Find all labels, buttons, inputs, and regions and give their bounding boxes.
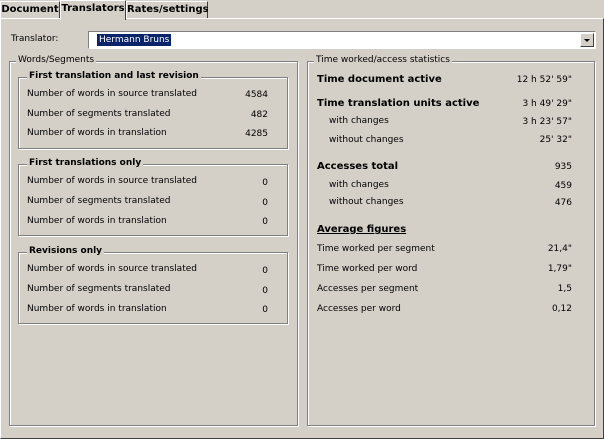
g2-segments-label: Number of segments translated	[27, 196, 171, 206]
accesses-with-changes-label: with changes	[329, 180, 389, 190]
g1-source-words-label: Number of words in source translated	[27, 89, 197, 99]
units-without-changes-label: without changes	[329, 135, 404, 145]
g3-translation-words-value: 0	[262, 305, 268, 315]
accesses-without-changes-label: without changes	[329, 197, 404, 207]
time-per-segment-value: 21,4"	[547, 244, 572, 254]
g1-segments-label: Number of segments translated	[27, 109, 171, 119]
translator-dropdown[interactable]: Hermann Bruns	[88, 31, 596, 49]
g3-source-words-value: 0	[262, 266, 268, 276]
chevron-down-icon	[584, 39, 590, 42]
time-document-active-label: Time document active	[317, 74, 442, 85]
tab-translators[interactable]: Translators	[60, 0, 126, 20]
g3-translation-words-label: Number of words in translation	[27, 304, 167, 314]
tab-bar: Document Translators Rates/settings	[0, 0, 604, 20]
g2-translation-words-value: 0	[262, 217, 268, 227]
accesses-total-value: 935	[554, 162, 572, 172]
time-units-active-label: Time translation units active	[317, 98, 480, 109]
first-translations-only-title: First translations only	[27, 158, 144, 168]
g3-segments-label: Number of segments translated	[27, 284, 171, 294]
translator-selected-value: Hermann Bruns	[95, 33, 173, 47]
accesses-per-segment-label: Accesses per segment	[317, 284, 419, 294]
g2-source-words-value: 0	[262, 178, 268, 188]
translator-label: Translator:	[11, 34, 59, 44]
average-figures-title: Average figures	[317, 224, 407, 235]
accesses-without-changes-value: 476	[554, 198, 572, 208]
g3-source-words-label: Number of words in source translated	[27, 264, 197, 274]
g2-translation-words-label: Number of words in translation	[27, 216, 167, 226]
tab-document[interactable]: Document	[0, 1, 60, 19]
time-units-active-value: 3 h 49' 29"	[522, 99, 572, 109]
g3-segments-value: 0	[262, 286, 268, 296]
accesses-with-changes-value: 459	[554, 181, 572, 191]
time-per-word-value: 1,79"	[547, 264, 572, 274]
g2-segments-value: 0	[262, 198, 268, 208]
words-segments-title: Words/Segments	[16, 55, 97, 65]
g1-segments-value: 482	[250, 110, 268, 120]
units-with-changes-label: with changes	[329, 116, 389, 126]
units-without-changes-value: 25' 32"	[539, 135, 572, 145]
time-stats-title: Time worked/access statistics	[314, 55, 452, 65]
first-and-last-revision-title: First translation and last revision	[27, 71, 201, 81]
time-document-active-value: 12 h 52' 59"	[516, 75, 572, 85]
g1-translation-words-value: 4285	[245, 129, 268, 139]
accesses-per-word-label: Accesses per word	[317, 304, 401, 314]
time-per-segment-label: Time worked per segment	[317, 244, 435, 254]
g1-translation-words-label: Number of words in translation	[27, 128, 167, 138]
units-with-changes-value: 3 h 23' 57"	[522, 117, 572, 127]
revisions-only-title: Revisions only	[27, 246, 105, 256]
accesses-total-label: Accesses total	[317, 161, 399, 172]
g1-source-words-value: 4584	[245, 90, 268, 100]
tab-rates-settings[interactable]: Rates/settings	[126, 1, 209, 19]
time-per-word-label: Time worked per word	[317, 264, 418, 274]
dropdown-arrow-button[interactable]	[580, 33, 594, 47]
accesses-per-segment-value: 1,5	[557, 284, 572, 294]
accesses-per-word-value: 0,12	[551, 304, 572, 314]
g2-source-words-label: Number of words in source translated	[27, 176, 197, 186]
